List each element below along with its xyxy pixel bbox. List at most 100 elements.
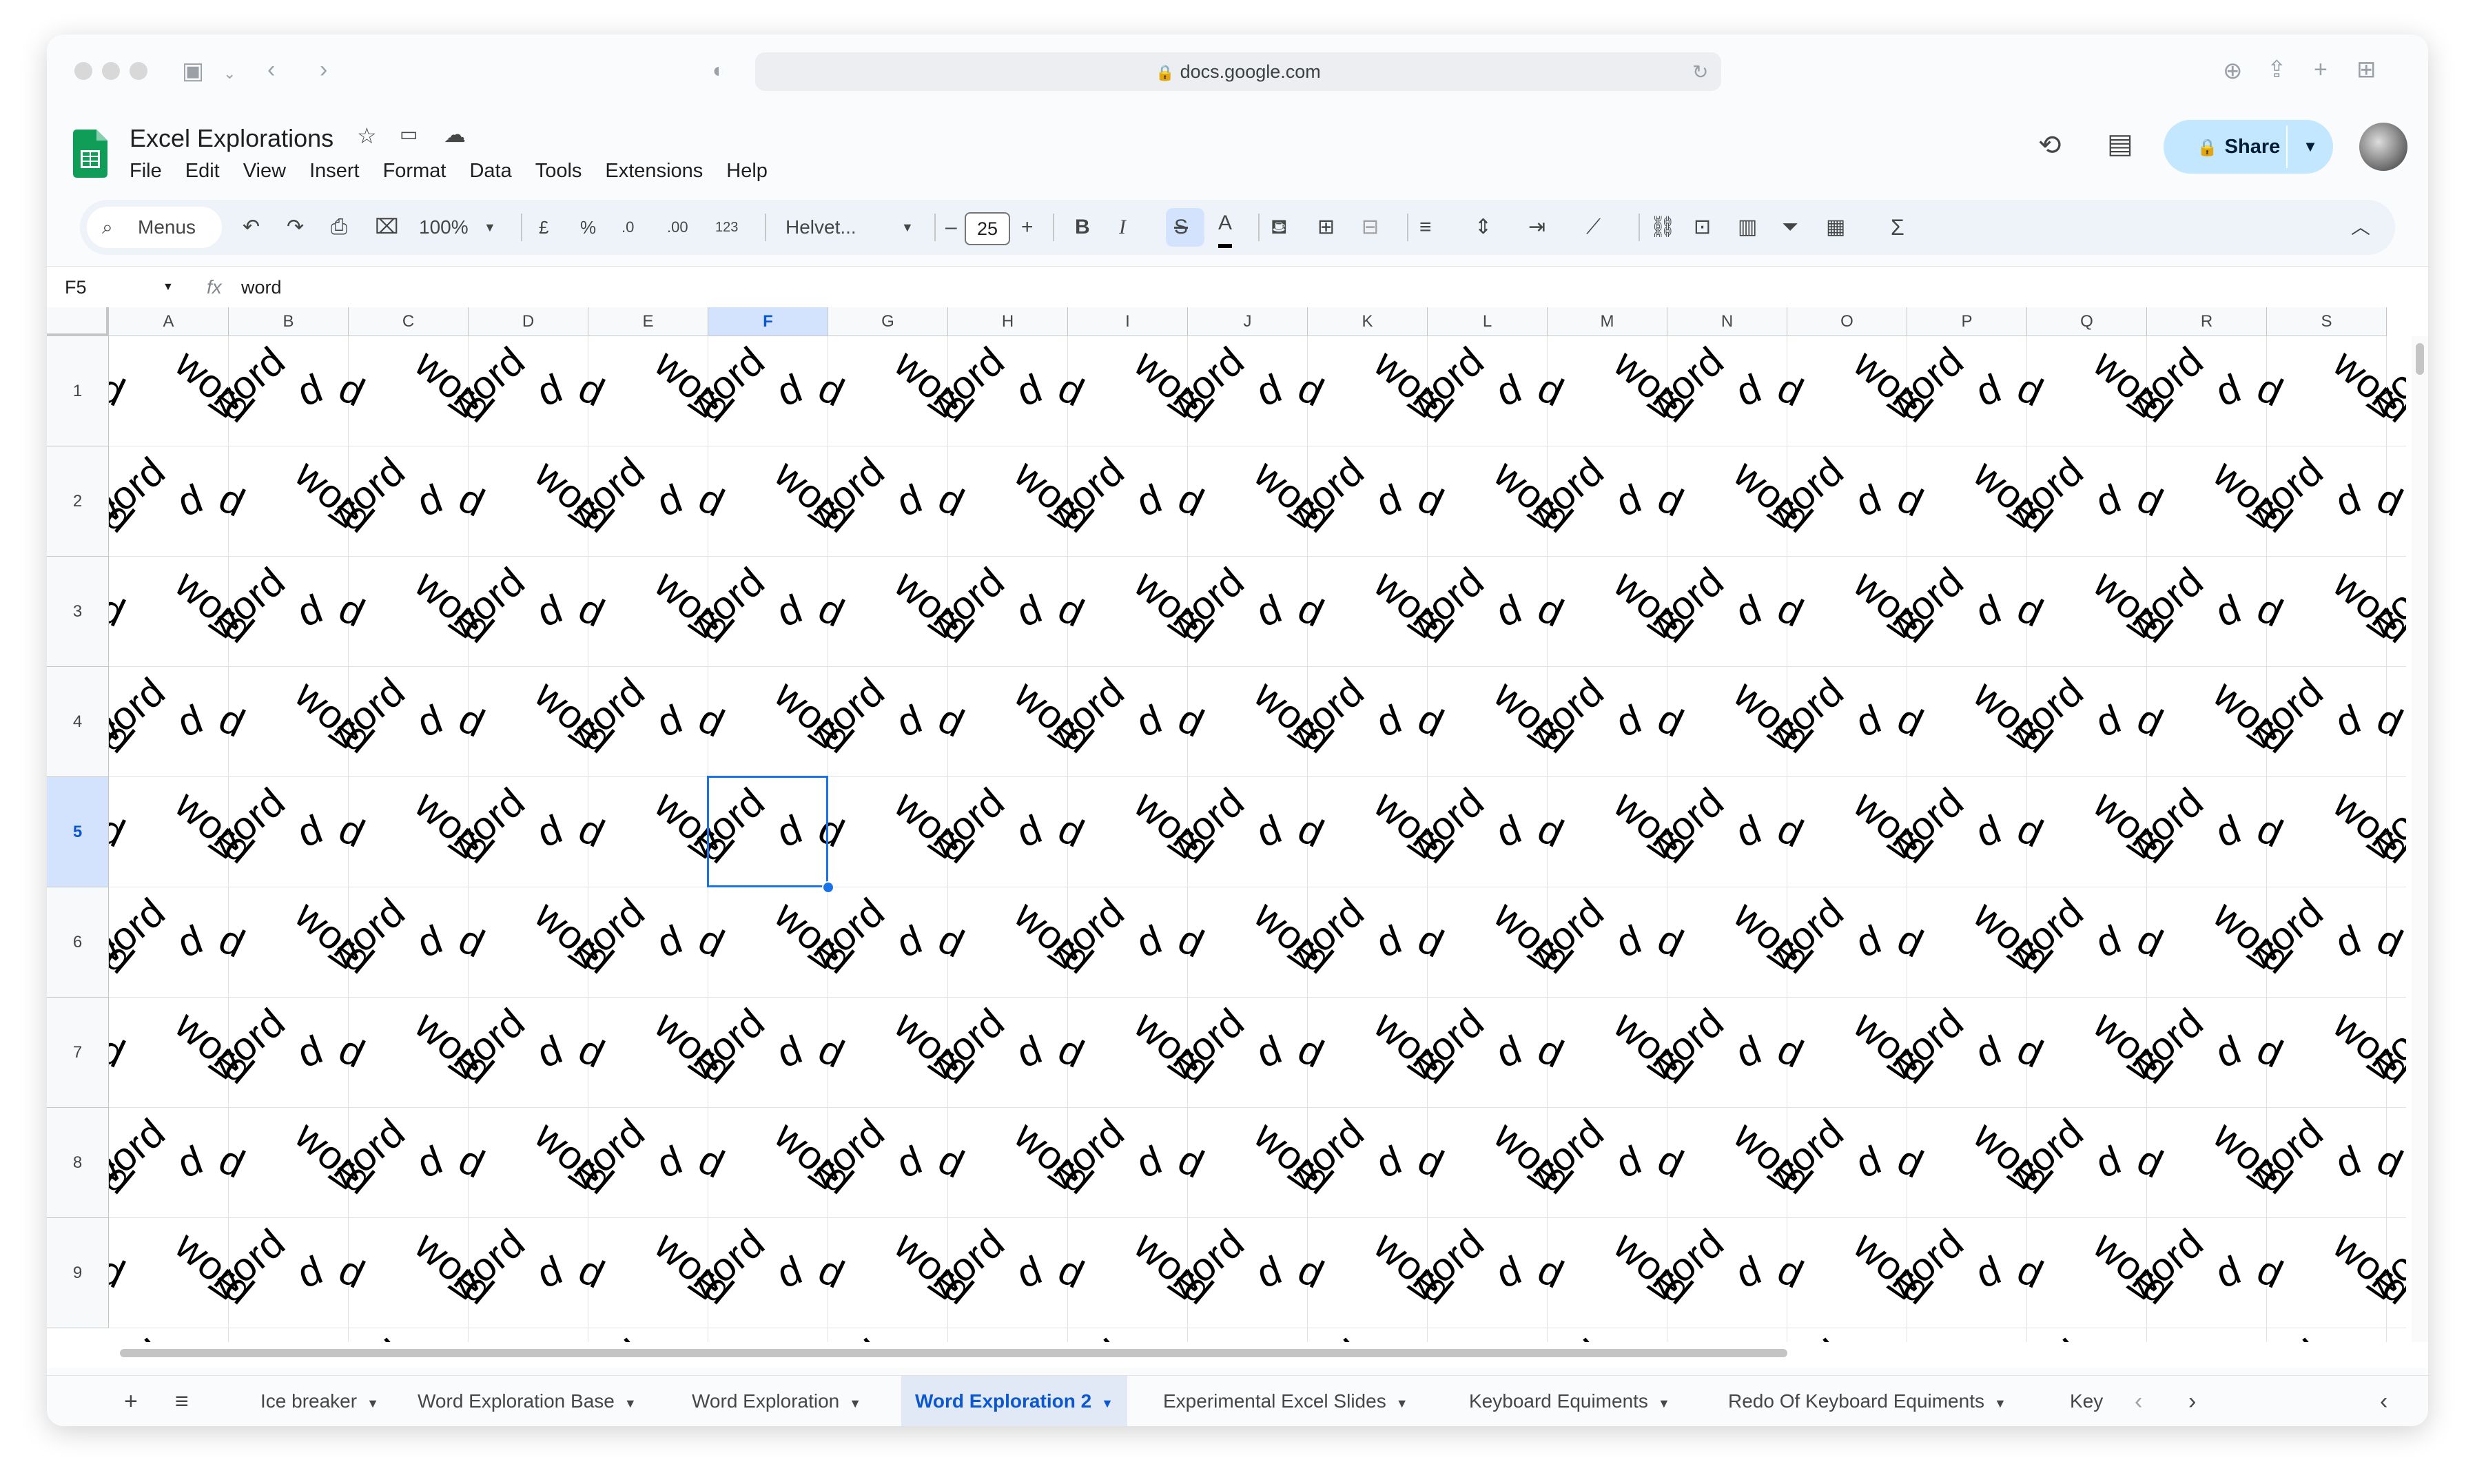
font-dropdown-icon[interactable]: ▼ xyxy=(901,200,914,255)
selected-cell-outline[interactable] xyxy=(707,776,828,887)
column-header-k[interactable]: K xyxy=(1308,307,1428,336)
insert-chart-icon[interactable]: ▥ xyxy=(1738,200,1757,255)
reload-icon[interactable]: ↻ xyxy=(1692,61,1708,84)
sidebar-toggle-icon[interactable]: ▣ xyxy=(182,59,204,83)
menu-format[interactable]: Format xyxy=(383,160,446,183)
insert-link-icon[interactable]: ⛓ xyxy=(1650,200,1676,255)
download-icon[interactable]: ⊕ xyxy=(2223,59,2243,83)
privacy-shield-icon[interactable]: ◐ xyxy=(712,59,725,83)
comments-icon[interactable]: ▤ xyxy=(2107,128,2133,160)
tab-dropdown-icon[interactable]: ▼ xyxy=(367,1397,379,1410)
sheet-tab-word-exploration[interactable]: Word Exploration ▼ xyxy=(678,1376,875,1426)
vertical-scroll-thumb[interactable] xyxy=(2416,343,2424,375)
insert-comment-icon[interactable]: ⊡ xyxy=(1694,200,1711,255)
menu-data[interactable]: Data xyxy=(469,160,511,183)
column-header-s[interactable]: S xyxy=(2267,307,2387,336)
column-header-p[interactable]: P xyxy=(1907,307,2027,336)
filter-views-icon[interactable]: ▦ xyxy=(1826,200,1845,255)
move-folder-icon[interactable]: ▭ xyxy=(400,123,418,145)
italic-button[interactable]: I xyxy=(1119,200,1126,255)
sheet-tab-key[interactable]: Key xyxy=(2056,1376,2125,1426)
tab-dropdown-icon[interactable]: ▼ xyxy=(849,1397,861,1410)
cell-area[interactable]: wordwordddwordwordddwordwordddwordworddd… xyxy=(109,336,2406,1342)
undo-icon[interactable]: ↶ xyxy=(243,200,260,255)
paint-format-icon[interactable]: ⌧ xyxy=(375,200,399,255)
sheet-tab-keyboard-equiments[interactable]: Keyboard Equiments ▼ xyxy=(1455,1376,1684,1426)
currency-format-button[interactable]: £ xyxy=(539,200,548,255)
increase-decimal-button[interactable]: .00 xyxy=(667,200,688,255)
tab-dropdown-icon[interactable]: ▼ xyxy=(1101,1397,1113,1410)
column-header-j[interactable]: J xyxy=(1188,307,1308,336)
document-title[interactable]: Excel Explorations xyxy=(130,124,333,153)
sheet-tab-redo-of-keyboard-equiments[interactable]: Redo Of Keyboard Equiments ▼ xyxy=(1714,1376,2020,1426)
sheet-tab-ice-breaker[interactable]: Ice breaker ▼ xyxy=(247,1376,393,1426)
close-window-button[interactable] xyxy=(74,62,92,80)
fill-handle[interactable] xyxy=(822,881,834,894)
new-tab-icon[interactable]: + xyxy=(2314,58,2328,81)
share-button[interactable]: 🔒 Share ▼ xyxy=(2164,120,2333,174)
chevron-down-icon[interactable]: ⌄ xyxy=(223,62,236,85)
back-arrow-icon[interactable]: ‹ xyxy=(267,58,275,81)
fill-color-icon[interactable]: ⛾ xyxy=(1271,200,1288,255)
text-color-button[interactable]: A xyxy=(1218,203,1233,248)
column-header-n[interactable]: N xyxy=(1667,307,1787,336)
row-header-8[interactable]: 8 xyxy=(47,1108,109,1218)
spreadsheet-grid[interactable]: ABCDEFGHIJKLMNOPQRS 123456789 wordworddd… xyxy=(47,307,2428,1368)
column-header-q[interactable]: Q xyxy=(2027,307,2147,336)
column-header-g[interactable]: G xyxy=(828,307,948,336)
horizontal-scrollbar[interactable] xyxy=(109,1345,2406,1361)
sheet-tab-word-exploration-2[interactable]: Word Exploration 2 ▼ xyxy=(901,1376,1127,1426)
formula-input[interactable]: word xyxy=(241,267,282,308)
menu-tools[interactable]: Tools xyxy=(535,160,582,183)
column-header-i[interactable]: I xyxy=(1068,307,1188,336)
tab-dropdown-icon[interactable]: ▼ xyxy=(624,1397,637,1410)
print-icon[interactable]: ⎙ xyxy=(331,200,347,255)
row-header-4[interactable]: 4 xyxy=(47,667,109,777)
column-header-f[interactable]: F xyxy=(708,307,828,336)
all-sheets-icon[interactable]: ≡ xyxy=(175,1376,189,1426)
column-header-d[interactable]: D xyxy=(469,307,588,336)
sheet-tab-experimental-excel-slides[interactable]: Experimental Excel Slides ▼ xyxy=(1149,1376,1422,1426)
cloud-status-icon[interactable]: ☁ xyxy=(444,121,466,147)
collapse-toolbar-icon[interactable]: ︿ xyxy=(2351,200,2370,255)
explore-panel-toggle-icon[interactable]: ‹ xyxy=(2380,1376,2387,1426)
tab-overview-icon[interactable]: ⊞ xyxy=(2356,58,2376,81)
row-header-1[interactable]: 1 xyxy=(47,336,109,446)
column-header-m[interactable]: M xyxy=(1548,307,1667,336)
row-header-3[interactable]: 3 xyxy=(47,557,109,667)
column-header-e[interactable]: E xyxy=(588,307,708,336)
zoom-select[interactable]: 100% xyxy=(419,200,469,255)
name-box[interactable]: F5 xyxy=(65,267,87,308)
share-dropdown-icon[interactable]: ▼ xyxy=(2288,120,2333,174)
address-bar[interactable]: 🔒 docs.google.com ↻ xyxy=(755,52,1721,91)
strikethrough-icon[interactable]: S xyxy=(1174,200,1188,255)
tab-dropdown-icon[interactable]: ▼ xyxy=(1994,1397,2006,1410)
decrease-font-size-icon[interactable]: – xyxy=(945,200,957,255)
increase-font-size-icon[interactable]: + xyxy=(1021,200,1034,255)
menus-search[interactable]: ⌕ Menus xyxy=(87,207,222,248)
row-header-7[interactable]: 7 xyxy=(47,998,109,1108)
version-history-icon[interactable]: ⟲ xyxy=(2038,130,2062,161)
filter-icon[interactable]: ⏷ xyxy=(1782,200,1798,255)
share-sheet-icon[interactable]: ⇪ xyxy=(2267,58,2287,81)
menu-extensions[interactable]: Extensions xyxy=(605,160,703,183)
name-box-dropdown-icon[interactable]: ▼ xyxy=(163,267,174,308)
scroll-tabs-right-icon[interactable]: › xyxy=(2188,1376,2196,1426)
row-header-6[interactable]: 6 xyxy=(47,887,109,998)
star-icon[interactable]: ☆ xyxy=(357,123,377,149)
vertical-align-icon[interactable]: ⇕ xyxy=(1475,200,1492,255)
column-header-c[interactable]: C xyxy=(349,307,469,336)
sheet-tab-word-exploration-base[interactable]: Word Exploration Base ▼ xyxy=(404,1376,650,1426)
column-header-o[interactable]: O xyxy=(1787,307,1907,336)
text-wrapping-icon[interactable]: ⇥ xyxy=(1528,200,1545,255)
select-all-corner[interactable] xyxy=(47,307,109,336)
avatar[interactable] xyxy=(2359,123,2407,171)
row-header-9[interactable]: 9 xyxy=(47,1218,109,1328)
row-header-5[interactable]: 5 xyxy=(47,777,109,887)
zoom-window-button[interactable] xyxy=(130,62,147,80)
column-header-h[interactable]: H xyxy=(948,307,1068,336)
menu-insert[interactable]: Insert xyxy=(309,160,360,183)
number-format-button[interactable]: 123 xyxy=(715,200,738,255)
text-rotation-icon[interactable]: ⟋ xyxy=(1586,200,1601,255)
menu-help[interactable]: Help xyxy=(726,160,768,183)
